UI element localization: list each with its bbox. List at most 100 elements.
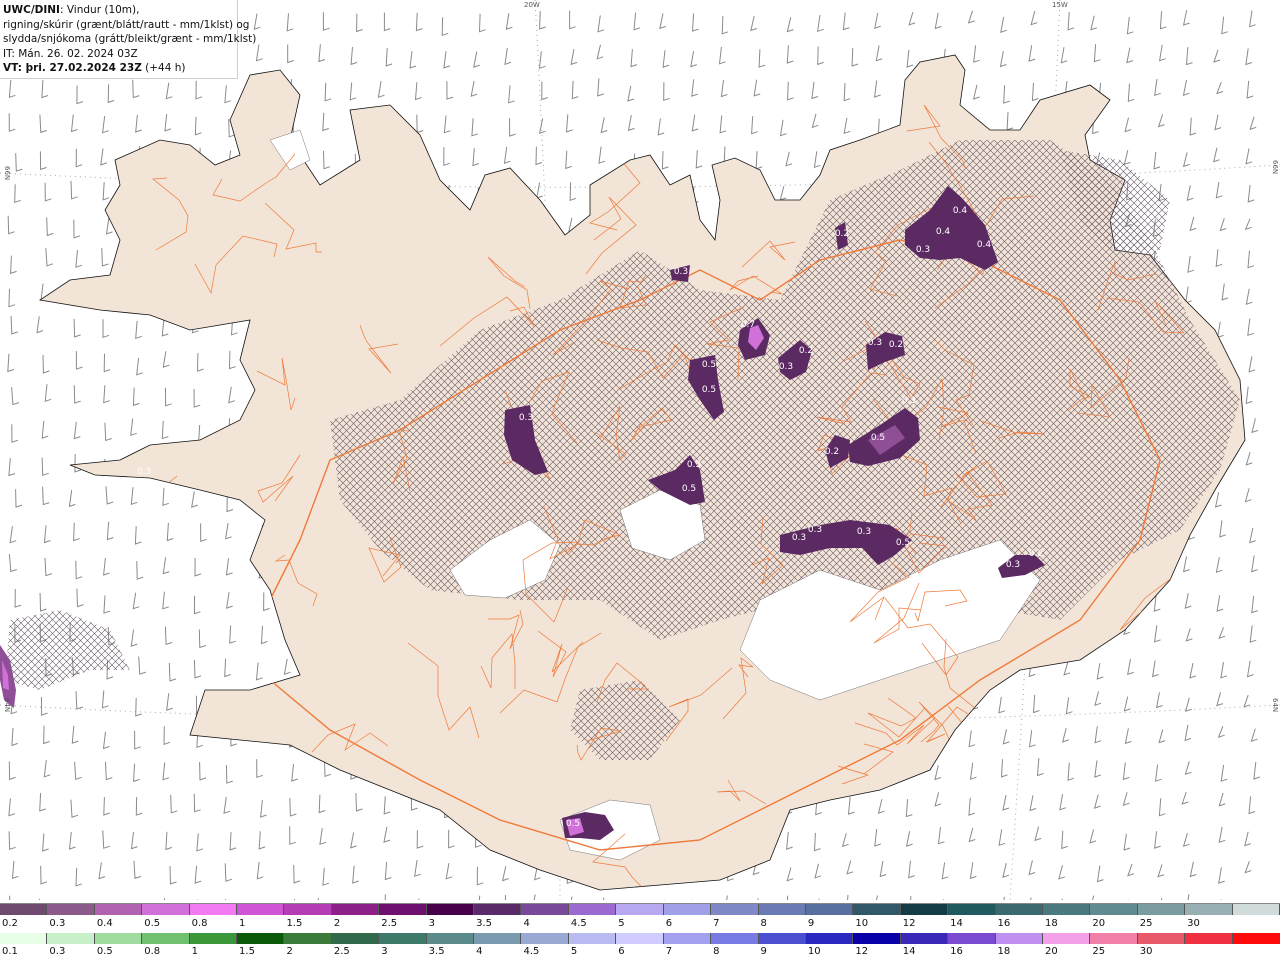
wind-barb — [1187, 255, 1195, 273]
wind-barb — [973, 45, 980, 63]
wind-barb — [1218, 627, 1226, 640]
wind-barb — [998, 829, 1006, 847]
wind-barb — [134, 526, 142, 545]
wind-barb — [191, 491, 198, 508]
wind-barb — [1090, 15, 1098, 31]
legend-label: 4 — [476, 946, 483, 957]
wind-barb — [414, 859, 421, 877]
wind-barb — [504, 895, 506, 900]
wind-barb — [536, 182, 543, 199]
wind-barb — [350, 46, 358, 66]
wind-barb — [324, 82, 332, 102]
precip-value-label: 0.3 — [779, 362, 793, 372]
precip-value-label: 0.4 — [936, 227, 951, 237]
wind-barb — [255, 662, 263, 681]
legend-label: 8 — [760, 918, 767, 929]
legend-label: 0.5 — [144, 918, 161, 929]
wind-barb — [1126, 16, 1134, 35]
wind-barb — [1249, 527, 1256, 544]
legend-swatch — [1090, 933, 1138, 944]
wind-barb — [753, 79, 761, 97]
wind-barb — [1214, 114, 1222, 131]
wind-barb — [9, 895, 11, 900]
wind-barb — [1155, 764, 1162, 782]
wind-barb — [811, 81, 819, 100]
wind-barb — [1157, 114, 1165, 128]
wind-barb — [476, 866, 484, 886]
wind-barb — [165, 387, 172, 407]
wind-barb — [11, 860, 19, 880]
wind-barb — [291, 763, 298, 782]
legend-label: 9 — [807, 918, 815, 929]
precip-value-label: 0.7 — [741, 320, 755, 330]
legend-label: 10 — [807, 946, 821, 957]
wind-barb — [1159, 11, 1167, 30]
forecast-lead: (+44 h) — [141, 62, 186, 74]
wind-barb — [478, 13, 486, 33]
wind-barb — [538, 51, 546, 70]
wind-barb — [1030, 10, 1038, 26]
wind-barb — [814, 863, 822, 879]
wind-barb — [446, 81, 454, 100]
wind-barb — [166, 693, 173, 711]
wind-barb — [416, 114, 424, 134]
wind-barb — [843, 82, 851, 102]
wind-barb — [41, 697, 48, 716]
wind-barb — [323, 150, 331, 170]
wind-barb — [1215, 249, 1223, 268]
legend-label: 6 — [618, 946, 625, 957]
legend-label: 12 — [855, 946, 869, 957]
wind-barb — [874, 13, 881, 29]
wind-barb — [905, 799, 913, 818]
precip-value-label: 0.2 — [825, 447, 839, 457]
wind-barb — [786, 831, 793, 850]
wind-barb — [1184, 697, 1192, 712]
wind-barb — [1245, 48, 1253, 66]
init-time: IT: Mán. 26. 02. 2024 03Z — [3, 47, 138, 60]
wind-barb — [409, 51, 417, 69]
legend-label: 20 — [1092, 918, 1106, 929]
wind-barb — [11, 424, 19, 443]
wind-barb — [1247, 318, 1254, 337]
wind-barb — [130, 418, 137, 437]
wind-barb — [721, 15, 729, 35]
precip-value-label: 0.3 — [868, 338, 882, 348]
legend-label: 14 — [950, 918, 963, 929]
wind-barb — [533, 894, 536, 900]
wind-barb — [68, 489, 76, 508]
wind-barb — [135, 114, 142, 133]
wind-barb — [1029, 795, 1037, 812]
wind-barb — [162, 762, 170, 781]
weather-map: 0.40.40.3 0.40.30.30.20.20.30.20.50.30.30… — [0, 0, 1280, 900]
wind-barb — [11, 727, 19, 747]
wind-barb — [445, 863, 453, 880]
legend-swatch — [900, 904, 949, 915]
wind-barb — [287, 44, 294, 64]
wind-barb — [1002, 729, 1010, 745]
title-line-1: : Vindur (10m), — [59, 4, 140, 16]
legend-swatch — [995, 933, 1043, 944]
wind-barb — [1245, 451, 1253, 466]
precip-value-label: 0.3 — [916, 245, 930, 255]
road — [125, 614, 176, 666]
legend-swatch — [47, 904, 95, 915]
road — [1031, 681, 1097, 716]
legend-label: 3 — [381, 946, 388, 957]
legend-swatch — [568, 904, 617, 915]
precip-value-label: 0.3 — [674, 267, 688, 277]
legend-swatch — [568, 933, 617, 944]
wind-barb — [286, 13, 294, 32]
wind-barb — [1220, 662, 1228, 679]
legend-label: 9 — [760, 946, 767, 957]
wind-barb — [786, 45, 794, 64]
wind-barb — [908, 11, 916, 26]
wind-barb — [106, 521, 114, 541]
legend-swatch — [331, 904, 380, 915]
wind-barb — [695, 150, 703, 169]
wind-barb — [162, 351, 170, 368]
wind-barb — [1189, 861, 1197, 878]
lat-label-66n-right: 66N — [1271, 160, 1279, 175]
wind-barb — [443, 147, 450, 166]
wind-barb — [102, 182, 110, 201]
wind-barb — [224, 863, 233, 882]
